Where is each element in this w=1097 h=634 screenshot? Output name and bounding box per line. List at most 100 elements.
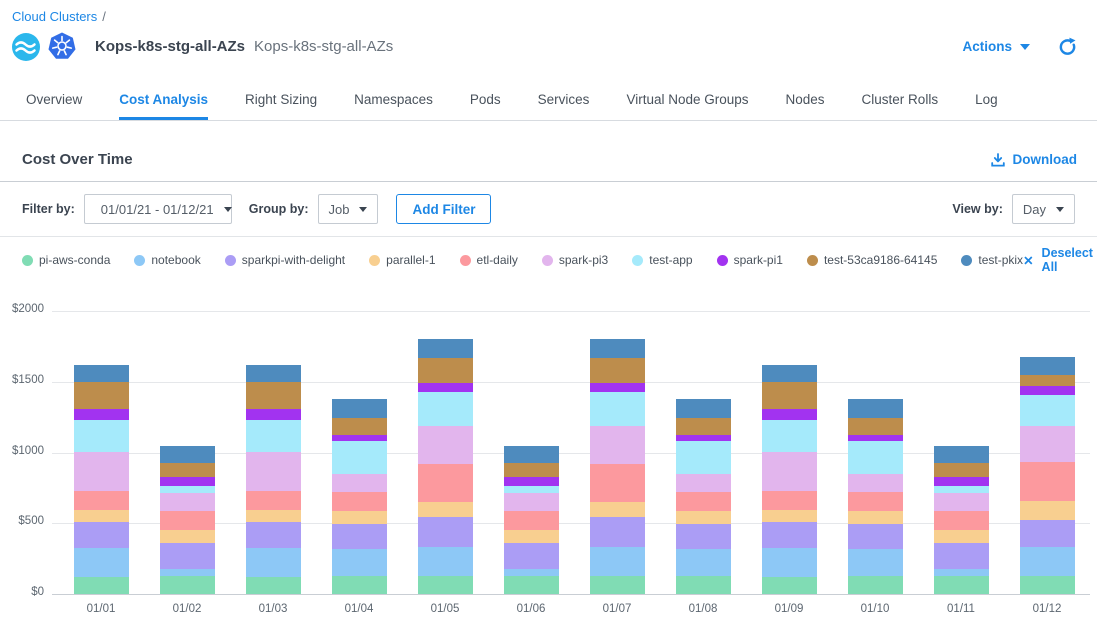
bar-segment-sparkpi-with-delight[interactable] xyxy=(332,524,387,549)
bar-segment-pi-aws-conda[interactable] xyxy=(1020,576,1075,594)
bar-segment-spark-pi1[interactable] xyxy=(418,383,473,392)
bar-segment-test-pkix[interactable] xyxy=(74,365,129,382)
bar-segment-notebook[interactable] xyxy=(848,549,903,577)
bar-segment-parallel-1[interactable] xyxy=(74,510,129,522)
bar-segment-spark-pi1[interactable] xyxy=(74,409,129,420)
bar-segment-spark-pi1[interactable] xyxy=(590,383,645,392)
bar-segment-spark-pi3[interactable] xyxy=(160,493,215,511)
bar-segment-notebook[interactable] xyxy=(934,569,989,576)
bar-segment-sparkpi-with-delight[interactable] xyxy=(160,543,215,569)
bar-segment-test-53ca9186-64145[interactable] xyxy=(934,463,989,476)
legend-item-test-app[interactable]: test-app xyxy=(632,253,692,267)
bar-segment-etl-daily[interactable] xyxy=(934,511,989,529)
view-by-dropdown[interactable]: Day xyxy=(1012,194,1075,224)
bar-segment-pi-aws-conda[interactable] xyxy=(848,576,903,594)
bar-segment-parallel-1[interactable] xyxy=(246,510,301,522)
deselect-all-button[interactable]: ✕ Deselect All xyxy=(1023,246,1093,274)
bar-segment-pi-aws-conda[interactable] xyxy=(332,576,387,594)
bar-segment-etl-daily[interactable] xyxy=(762,491,817,510)
legend-item-pi-aws-conda[interactable]: pi-aws-conda xyxy=(22,253,110,267)
tab-pods[interactable]: Pods xyxy=(470,92,501,120)
bar-segment-etl-daily[interactable] xyxy=(848,492,903,510)
bar-segment-etl-daily[interactable] xyxy=(160,511,215,529)
bar-segment-test-pkix[interactable] xyxy=(332,399,387,417)
bar-segment-test-app[interactable] xyxy=(590,392,645,427)
tab-nodes[interactable]: Nodes xyxy=(786,92,825,120)
bar-segment-test-53ca9186-64145[interactable] xyxy=(590,358,645,383)
bar-segment-test-53ca9186-64145[interactable] xyxy=(246,382,301,409)
bar-segment-spark-pi1[interactable] xyxy=(160,477,215,487)
legend-item-test-pkix[interactable]: test-pkix xyxy=(961,253,1023,267)
bar-segment-test-53ca9186-64145[interactable] xyxy=(418,358,473,383)
legend-item-notebook[interactable]: notebook xyxy=(134,253,200,267)
bar-segment-notebook[interactable] xyxy=(246,548,301,577)
bar-segment-notebook[interactable] xyxy=(590,547,645,577)
tab-services[interactable]: Services xyxy=(538,92,590,120)
bar-segment-test-53ca9186-64145[interactable] xyxy=(848,418,903,435)
bar-segment-test-pkix[interactable] xyxy=(246,365,301,382)
bar-segment-test-app[interactable] xyxy=(74,420,129,452)
bar-segment-notebook[interactable] xyxy=(676,549,731,577)
bar-segment-test-53ca9186-64145[interactable] xyxy=(762,382,817,409)
bar-segment-parallel-1[interactable] xyxy=(160,530,215,543)
bar-segment-parallel-1[interactable] xyxy=(504,530,559,543)
bar-segment-etl-daily[interactable] xyxy=(590,464,645,502)
bar-segment-spark-pi1[interactable] xyxy=(504,477,559,487)
bar-segment-etl-daily[interactable] xyxy=(676,492,731,510)
bar-segment-test-pkix[interactable] xyxy=(1020,357,1075,375)
bar-segment-test-53ca9186-64145[interactable] xyxy=(74,382,129,409)
bar-segment-notebook[interactable] xyxy=(1020,547,1075,576)
tab-namespaces[interactable]: Namespaces xyxy=(354,92,433,120)
bar-segment-test-app[interactable] xyxy=(418,392,473,427)
bar-segment-spark-pi1[interactable] xyxy=(246,409,301,420)
bar-segment-etl-daily[interactable] xyxy=(332,492,387,510)
legend-item-test-53ca9186-64145[interactable]: test-53ca9186-64145 xyxy=(807,253,937,267)
bar-segment-test-53ca9186-64145[interactable] xyxy=(332,418,387,435)
bar-segment-notebook[interactable] xyxy=(504,569,559,576)
bar-segment-notebook[interactable] xyxy=(418,547,473,577)
bar-segment-etl-daily[interactable] xyxy=(1020,462,1075,500)
add-filter-button[interactable]: Add Filter xyxy=(396,194,491,224)
group-by-dropdown[interactable]: Job xyxy=(318,194,379,224)
bar-segment-pi-aws-conda[interactable] xyxy=(934,576,989,594)
bar-segment-sparkpi-with-delight[interactable] xyxy=(418,517,473,547)
tab-cost-analysis[interactable]: Cost Analysis xyxy=(119,92,208,120)
bar-segment-pi-aws-conda[interactable] xyxy=(590,576,645,594)
bar-segment-pi-aws-conda[interactable] xyxy=(676,576,731,594)
legend-item-etl-daily[interactable]: etl-daily xyxy=(460,253,518,267)
bar-segment-parallel-1[interactable] xyxy=(332,511,387,524)
bar-segment-spark-pi1[interactable] xyxy=(934,477,989,487)
bar-segment-test-pkix[interactable] xyxy=(504,446,559,464)
tab-overview[interactable]: Overview xyxy=(26,92,82,120)
bar-segment-notebook[interactable] xyxy=(332,549,387,577)
actions-button[interactable]: Actions xyxy=(962,39,1030,54)
bar-segment-test-53ca9186-64145[interactable] xyxy=(1020,375,1075,386)
breadcrumb-link-cloud-clusters[interactable]: Cloud Clusters xyxy=(12,9,97,24)
bar-segment-sparkpi-with-delight[interactable] xyxy=(590,517,645,547)
bar-segment-spark-pi3[interactable] xyxy=(590,426,645,464)
bar-segment-test-app[interactable] xyxy=(762,420,817,452)
bar-segment-test-pkix[interactable] xyxy=(934,446,989,464)
tab-virtual-node-groups[interactable]: Virtual Node Groups xyxy=(626,92,748,120)
bar-segment-etl-daily[interactable] xyxy=(246,491,301,510)
legend-item-spark-pi3[interactable]: spark-pi3 xyxy=(542,253,608,267)
legend-item-parallel-1[interactable]: parallel-1 xyxy=(369,253,435,267)
bar-segment-test-53ca9186-64145[interactable] xyxy=(504,463,559,476)
bar-segment-pi-aws-conda[interactable] xyxy=(504,576,559,594)
bar-segment-spark-pi3[interactable] xyxy=(762,452,817,491)
bar-segment-test-app[interactable] xyxy=(246,420,301,452)
bar-segment-spark-pi3[interactable] xyxy=(246,452,301,491)
bar-segment-test-pkix[interactable] xyxy=(418,339,473,358)
bar-segment-spark-pi3[interactable] xyxy=(504,493,559,511)
bar-segment-test-app[interactable] xyxy=(1020,395,1075,425)
bar-segment-spark-pi1[interactable] xyxy=(1020,386,1075,395)
bar-segment-pi-aws-conda[interactable] xyxy=(418,576,473,594)
bar-segment-test-pkix[interactable] xyxy=(848,399,903,417)
download-button[interactable]: Download xyxy=(990,152,1078,168)
bar-segment-etl-daily[interactable] xyxy=(418,464,473,502)
bar-segment-pi-aws-conda[interactable] xyxy=(246,577,301,594)
bar-segment-spark-pi3[interactable] xyxy=(934,493,989,511)
bar-segment-sparkpi-with-delight[interactable] xyxy=(246,522,301,548)
bar-segment-sparkpi-with-delight[interactable] xyxy=(676,524,731,549)
bar-segment-parallel-1[interactable] xyxy=(934,530,989,543)
